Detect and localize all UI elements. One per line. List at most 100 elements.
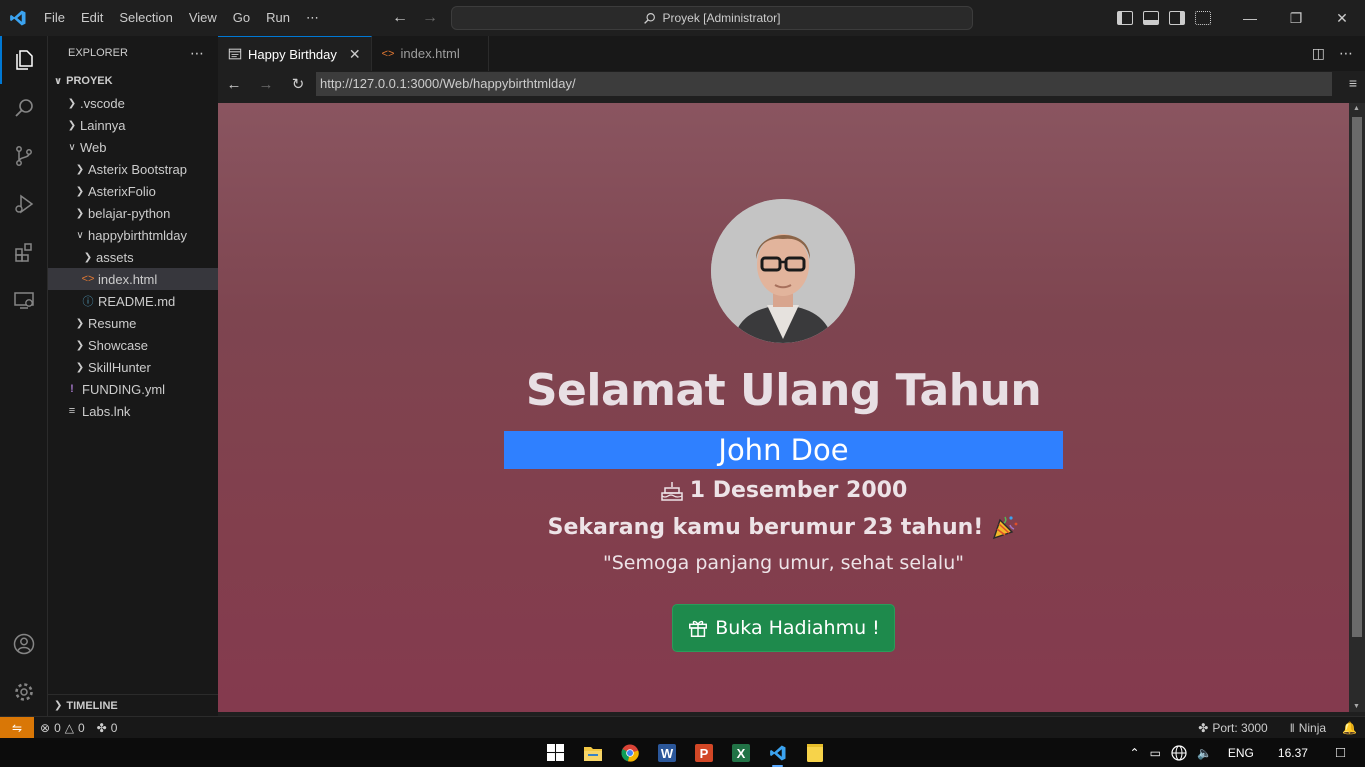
menu-go[interactable]: Go <box>225 0 258 36</box>
tree-item-index-html[interactable]: <> index.html <box>48 268 218 290</box>
url-input[interactable] <box>316 72 1332 96</box>
word-icon[interactable]: W <box>654 740 679 765</box>
tree-item-readme[interactable]: ⓘ README.md <box>48 290 218 312</box>
menu-view[interactable]: View <box>181 0 225 36</box>
workspace-root[interactable]: ∨ PROYEK <box>48 70 218 92</box>
customize-layout-icon[interactable] <box>1195 11 1211 25</box>
chevron-down-icon: ∨ <box>68 141 76 153</box>
file-explorer-icon[interactable] <box>580 740 605 765</box>
split-editor-icon[interactable]: ◫ <box>1312 45 1325 62</box>
birth-date: 1 Desember 2000 <box>218 478 1349 503</box>
close-tab-icon[interactable]: ✕ <box>349 46 361 63</box>
menu-more[interactable]: ⋯ <box>298 0 327 36</box>
more-actions-icon[interactable]: ⋯ <box>1339 45 1353 62</box>
webview-scrollbar[interactable]: ▲ ▼ <box>1349 103 1365 712</box>
workspace-root-label: PROYEK <box>66 75 113 87</box>
tree-item-resume[interactable]: ❯ Resume <box>48 312 218 334</box>
profile-photo <box>711 199 855 343</box>
chevron-right-icon: ❯ <box>54 700 63 711</box>
search-icon[interactable] <box>0 84 48 132</box>
menu-edit[interactable]: Edit <box>73 0 111 36</box>
restore-button[interactable]: ❐ <box>1273 0 1319 36</box>
tree-item-assets[interactable]: ❯ assets <box>48 246 218 268</box>
warning-icon: △ <box>64 720 74 735</box>
tree-item-asterixfolio[interactable]: ❯ AsterixFolio <box>48 180 218 202</box>
birth-date-text: 1 Desember 2000 <box>689 478 908 503</box>
problems-indicator[interactable]: ⊗ 0 △ 0 <box>34 721 91 735</box>
notification-center-icon[interactable]: □ <box>1336 744 1345 761</box>
html-icon: <> <box>381 47 395 60</box>
chevron-right-icon: ❯ <box>75 207 85 219</box>
greeting-title: Selamat Ulang Tahun <box>525 365 1042 416</box>
settings-gear-icon[interactable] <box>0 668 48 716</box>
live-server-port[interactable]: ✤ Port: 3000 <box>1192 721 1273 735</box>
command-center[interactable]: Proyek [Administrator] <box>451 6 973 30</box>
tree-item-skillhunter[interactable]: ❯ SkillHunter <box>48 356 218 378</box>
ports-count: 0 <box>110 720 118 735</box>
open-gift-button[interactable]: Buka Hadiahmu ! <box>672 604 895 652</box>
windows-taskbar: W P X ⌃ ▭ 🔈 ENG 16.37 □ <box>0 738 1365 767</box>
tab-index-html[interactable]: <> index.html <box>371 36 489 71</box>
browser-back-icon[interactable]: ← <box>218 76 250 93</box>
battery-icon[interactable]: ▭ <box>1150 746 1161 760</box>
extensions-icon[interactable] <box>0 228 48 276</box>
chevron-right-icon: ❯ <box>75 361 85 373</box>
powerpoint-icon[interactable]: P <box>691 740 716 765</box>
broadcast-icon: ✤ <box>96 720 107 735</box>
tree-item-showcase[interactable]: ❯ Showcase <box>48 334 218 356</box>
clock[interactable]: 16.37 <box>1278 746 1308 760</box>
forward-arrow-icon[interactable]: → <box>422 9 438 27</box>
notifications-bell-icon[interactable]: 🔔 <box>1342 721 1357 735</box>
scroll-thumb[interactable] <box>1352 117 1362 637</box>
account-icon[interactable] <box>0 620 48 668</box>
scroll-up-icon[interactable]: ▲ <box>1353 105 1360 112</box>
reload-icon[interactable]: ↻ <box>282 75 314 93</box>
menu-file[interactable]: File <box>36 0 73 36</box>
globe-icon[interactable] <box>1171 744 1187 761</box>
close-window-button[interactable]: ✕ <box>1319 0 1365 36</box>
excel-icon[interactable]: X <box>728 740 753 765</box>
toggle-panel-icon[interactable] <box>1143 11 1159 25</box>
browser-menu-icon[interactable]: ≡ <box>1349 75 1357 91</box>
explorer-icon[interactable] <box>0 36 48 84</box>
volume-icon[interactable]: 🔈 <box>1197 746 1212 760</box>
remote-indicator[interactable]: ⇋ <box>0 716 34 739</box>
language-indicator[interactable]: ENG <box>1228 746 1254 760</box>
back-arrow-icon[interactable]: ← <box>392 9 408 27</box>
run-debug-icon[interactable] <box>0 180 48 228</box>
tree-item-belajar-python[interactable]: ❯ belajar-python <box>48 202 218 224</box>
vscode-logo-icon[interactable] <box>0 0 36 36</box>
tray-overflow-icon[interactable]: ⌃ <box>1130 746 1140 760</box>
toggle-sidebar-icon[interactable] <box>1117 11 1133 25</box>
age-text: Sekarang kamu berumur 23 tahun! <box>547 514 984 540</box>
ports-indicator[interactable]: ✤ 0 <box>91 721 124 735</box>
chevron-right-icon: ❯ <box>67 97 77 109</box>
browser-forward-icon[interactable]: → <box>250 76 282 93</box>
source-control-icon[interactable] <box>0 132 48 180</box>
menu-run[interactable]: Run <box>258 0 298 36</box>
tree-item-asterix-bootstrap[interactable]: ❯ Asterix Bootstrap <box>48 158 218 180</box>
explorer-more-button[interactable]: ⋯ <box>190 45 204 62</box>
vscode-taskbar-icon[interactable] <box>765 740 790 767</box>
remote-explorer-icon[interactable] <box>0 276 48 324</box>
tree-item-lainnya[interactable]: ❯ Lainnya <box>48 114 218 136</box>
simple-browser-toolbar: ← → ↻ ≡ <box>218 71 1365 97</box>
explorer-sidebar: EXPLORER ⋯ ∨ PROYEK ❯ .vscode ❯ Lainnya … <box>48 36 218 716</box>
tree-item-labs-lnk[interactable]: ≡ Labs.lnk <box>48 400 218 422</box>
tree-item-web[interactable]: ∨ Web <box>48 136 218 158</box>
tab-happy-birthday[interactable]: Happy Birthday ✕ <box>218 36 372 71</box>
yaml-file-icon: ! <box>70 383 74 395</box>
svg-text:W: W <box>660 746 673 761</box>
toggle-secondary-sidebar-icon[interactable] <box>1169 11 1185 25</box>
timeline-section[interactable]: ❯ TIMELINE <box>48 694 218 716</box>
scroll-down-icon[interactable]: ▼ <box>1353 703 1360 710</box>
start-button-icon[interactable] <box>543 740 568 765</box>
chrome-icon[interactable] <box>617 740 642 765</box>
minimize-button[interactable]: — <box>1227 0 1273 36</box>
tree-item-funding[interactable]: ! FUNDING.yml <box>48 378 218 400</box>
tree-item-happybirthtmlday[interactable]: ∨ happybirthtmlday <box>48 224 218 246</box>
menu-selection[interactable]: Selection <box>111 0 180 36</box>
tree-item-vscode[interactable]: ❯ .vscode <box>48 92 218 114</box>
ninja-indicator[interactable]: ‖ Ninja <box>1284 721 1332 735</box>
sticky-notes-icon[interactable] <box>802 740 827 765</box>
